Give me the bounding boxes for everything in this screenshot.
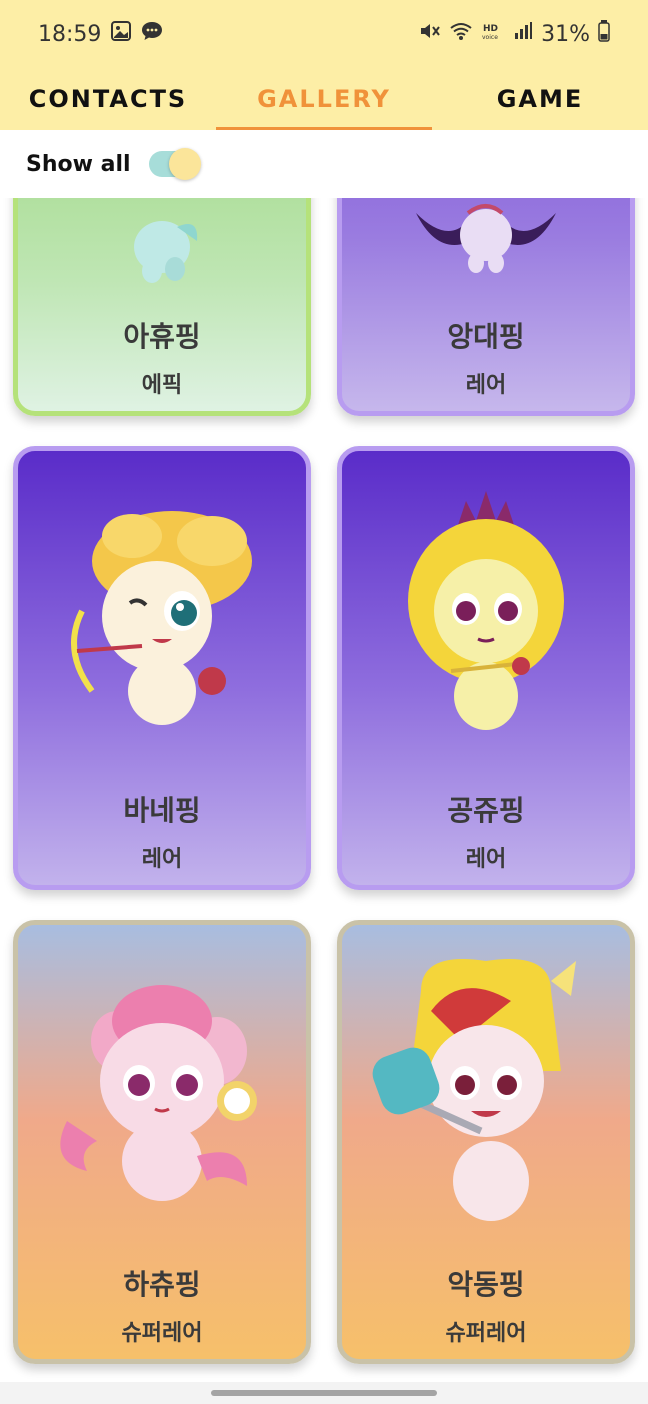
character-illustration (62, 501, 262, 741)
battery-icon (598, 20, 610, 48)
card-rarity: 레어 (141, 847, 183, 872)
show-all-label: Show all (26, 151, 131, 177)
chat-notification-icon (141, 21, 163, 47)
home-gesture-handle[interactable] (211, 1390, 437, 1396)
character-illustration (361, 951, 611, 1241)
card-rarity: 레어 (465, 847, 507, 872)
wifi-icon (449, 21, 473, 47)
gallery-card[interactable]: 바네핑 레어 (13, 446, 311, 890)
gallery-card[interactable]: 공쥬핑 레어 (337, 446, 635, 890)
status-right: HD voice 31% (419, 20, 610, 48)
card-rarity: 레어 (465, 373, 507, 398)
gallery-card[interactable]: 하츄핑 슈퍼레어 (13, 920, 311, 1364)
status-left: 18:59 (38, 21, 163, 47)
tab-gallery[interactable]: GALLERY (216, 68, 432, 130)
hd-voice-icon: HD voice (481, 21, 505, 47)
card-name: 바네핑 (123, 794, 201, 827)
card-name: 악동핑 (447, 1268, 525, 1301)
battery-percent: 31% (541, 21, 590, 47)
tab-bar: CONTACTS GALLERY GAME (0, 68, 648, 130)
character-illustration (396, 491, 576, 741)
system-nav-bar (0, 1382, 648, 1404)
mute-icon (419, 21, 441, 47)
filter-bar: Show all (0, 130, 648, 198)
card-name: 공쥬핑 (447, 794, 525, 827)
svg-text:voice: voice (482, 34, 498, 41)
card-rarity: 슈퍼레어 (121, 1321, 203, 1346)
signal-icon (513, 21, 533, 47)
character-illustration (47, 971, 277, 1211)
status-time: 18:59 (38, 21, 102, 47)
gallery-card[interactable]: 악동핑 슈퍼레어 (337, 920, 635, 1364)
status-bar: 18:59 HD voice 31% (0, 0, 648, 68)
card-rarity: 슈퍼레어 (445, 1321, 527, 1346)
show-all-toggle[interactable] (148, 148, 201, 180)
card-rarity: 에픽 (141, 373, 183, 398)
character-illustration (117, 217, 207, 287)
gallery-card[interactable]: 아휴핑 에픽 (13, 198, 311, 416)
toggle-knob (168, 148, 201, 180)
svg-text:HD: HD (483, 24, 498, 34)
character-illustration (406, 203, 566, 283)
card-name: 하츄핑 (123, 1268, 201, 1301)
image-notification-icon (111, 21, 132, 47)
tab-contacts[interactable]: CONTACTS (0, 68, 216, 130)
gallery-grid: 아휴핑 에픽 앙대핑 레어 바네핑 레어 공쥬핑 레어 하츄핑 슈퍼레어 악동핑… (0, 198, 648, 1382)
card-name: 앙대핑 (447, 320, 525, 353)
gallery-card[interactable]: 앙대핑 레어 (337, 198, 635, 416)
card-name: 아휴핑 (123, 320, 201, 353)
tab-game[interactable]: GAME (432, 68, 648, 130)
